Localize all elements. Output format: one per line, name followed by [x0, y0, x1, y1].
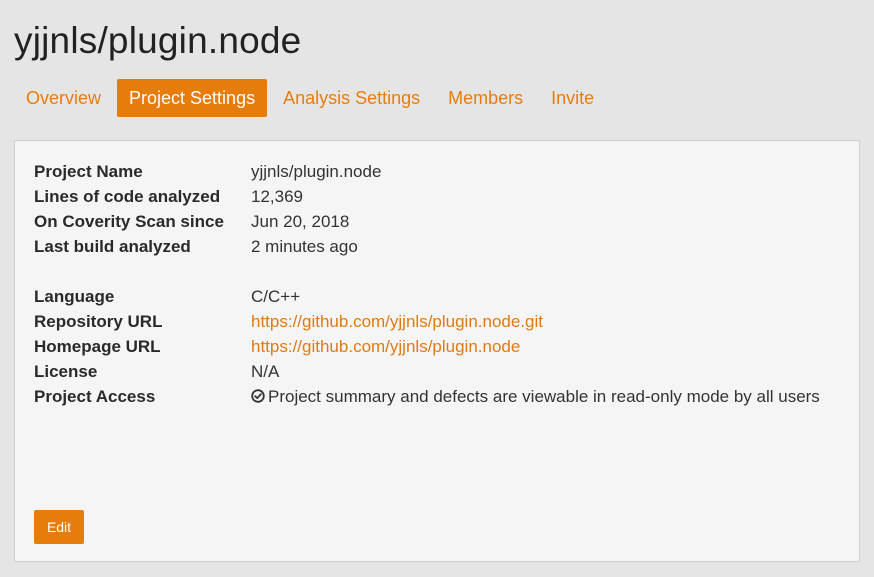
tab-bar: Overview Project Settings Analysis Setti… — [14, 79, 860, 117]
project-settings-panel: Project Name yjjnls/plugin.node Lines of… — [14, 140, 860, 562]
check-circle-icon — [251, 389, 265, 403]
last-build-value: 2 minutes ago — [251, 237, 358, 256]
tab-analysis-settings[interactable]: Analysis Settings — [271, 79, 432, 117]
tab-members[interactable]: Members — [436, 79, 535, 117]
project-name-label: Project Name — [34, 162, 143, 181]
info-row-language: Language C/C++ — [34, 284, 824, 309]
info-row-last-build: Last build analyzed 2 minutes ago — [34, 234, 824, 259]
info-row-lines-of-code: Lines of code analyzed 12,369 — [34, 184, 824, 209]
lines-of-code-label: Lines of code analyzed — [34, 187, 221, 206]
homepage-url-link[interactable]: https://github.com/yjjnls/plugin.node — [251, 337, 520, 356]
info-row-scan-since: On Coverity Scan since Jun 20, 2018 — [34, 209, 824, 234]
repository-url-link[interactable]: https://github.com/yjjnls/plugin.node.gi… — [251, 312, 543, 331]
edit-button[interactable]: Edit — [34, 510, 84, 544]
info-row-repository-url: Repository URL https://github.com/yjjnls… — [34, 309, 824, 334]
scan-since-label: On Coverity Scan since — [34, 212, 224, 231]
license-label: License — [34, 362, 98, 381]
language-label: Language — [34, 287, 115, 306]
language-value: C/C++ — [251, 287, 301, 306]
info-row-project-name: Project Name yjjnls/plugin.node — [34, 159, 824, 184]
info-row-homepage-url: Homepage URL https://github.com/yjjnls/p… — [34, 334, 824, 359]
tab-overview[interactable]: Overview — [14, 79, 113, 117]
homepage-url-cell: https://github.com/yjjnls/plugin.node — [251, 334, 824, 359]
info-row-project-access: Project Access Project summary and defec… — [34, 384, 824, 409]
info-row-license: License N/A — [34, 359, 824, 384]
project-name-value: yjjnls/plugin.node — [251, 162, 382, 181]
section-divider — [34, 259, 824, 284]
project-info-list: Project Name yjjnls/plugin.node Lines of… — [34, 159, 824, 409]
tab-invite[interactable]: Invite — [539, 79, 606, 117]
repository-url-cell: https://github.com/yjjnls/plugin.node.gi… — [251, 309, 824, 334]
homepage-url-label: Homepage URL — [34, 337, 161, 356]
project-access-cell: Project summary and defects are viewable… — [251, 384, 824, 409]
last-build-label: Last build analyzed — [34, 237, 191, 256]
page: yjjnls/plugin.node Overview Project Sett… — [0, 0, 874, 577]
project-access-value: Project summary and defects are viewable… — [268, 387, 820, 406]
repository-url-label: Repository URL — [34, 312, 163, 331]
scan-since-value: Jun 20, 2018 — [251, 212, 350, 231]
project-access-label: Project Access — [34, 387, 156, 406]
license-value: N/A — [251, 362, 280, 381]
lines-of-code-value: 12,369 — [251, 187, 303, 206]
tab-project-settings[interactable]: Project Settings — [117, 79, 268, 117]
page-title: yjjnls/plugin.node — [14, 20, 302, 61]
